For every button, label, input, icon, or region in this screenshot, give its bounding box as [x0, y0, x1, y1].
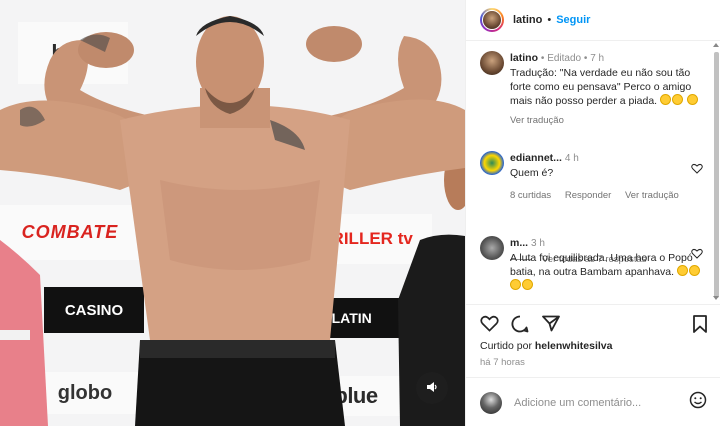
- comments-scroll-area[interactable]: latino • Editado • 7 h Tradução: "Na ver…: [466, 41, 720, 302]
- save-bookmark-icon[interactable]: [693, 315, 707, 338]
- separator-dot: •: [547, 14, 552, 26]
- scrollbar-thumb[interactable]: [714, 52, 719, 298]
- comment-item: ediannet... 4 h Quem é? 8 curtidas Respo…: [480, 151, 703, 203]
- comment-icon[interactable]: [511, 315, 529, 338]
- athlete-figure: [0, 16, 465, 426]
- laughing-emoji-icon: [522, 279, 533, 290]
- caption-username[interactable]: latino: [510, 52, 538, 64]
- caption-actions: Ver tradução: [510, 114, 703, 128]
- comment-text: A luta foi equilibrada. Uma hora o Popó …: [510, 251, 703, 293]
- comment-item: m... 3 h A luta foi equilibrada. Uma hor…: [480, 236, 703, 293]
- instagram-post-window: blue COMBATE TRILLER tv CASINO PLATIN gl…: [0, 0, 720, 426]
- laughing-emoji-icon: [688, 265, 700, 276]
- laughing-emoji-icon: [676, 265, 688, 276]
- scroll-down-arrow[interactable]: [713, 296, 719, 300]
- see-translation-link[interactable]: Ver tradução: [510, 115, 564, 126]
- author-avatar[interactable]: [480, 8, 504, 32]
- comment-username[interactable]: ediannet...: [510, 152, 562, 164]
- liked-by-line: Curtido por helenwhitesilva: [480, 340, 613, 352]
- sad-emoji-icon: [672, 94, 684, 105]
- follow-button[interactable]: Seguir: [556, 14, 590, 26]
- post-header: latino • Seguir: [466, 0, 720, 41]
- like-comment-heart-icon[interactable]: [691, 163, 703, 177]
- laughing-emoji-icon: [510, 279, 521, 290]
- comment-likes[interactable]: 8 curtidas: [510, 190, 551, 201]
- comment-time: 4 h: [564, 153, 579, 164]
- comment-avatar[interactable]: [480, 236, 504, 260]
- like-comment-heart-icon[interactable]: [691, 248, 703, 262]
- comment-time: 3 h: [531, 238, 545, 249]
- caption-edited-label: • Editado • 7 h: [540, 53, 605, 64]
- emoji-picker-icon[interactable]: [689, 391, 707, 414]
- reply-button[interactable]: Responder: [565, 190, 611, 201]
- see-translation-link[interactable]: Ver tradução: [625, 190, 679, 201]
- post-action-bar: [466, 304, 720, 341]
- scroll-up-arrow[interactable]: [713, 43, 719, 47]
- comment-actions: 8 curtidas Responder Ver tradução: [510, 189, 703, 203]
- current-user-avatar: [480, 391, 502, 414]
- caption: latino • Editado • 7 h Tradução: "Na ver…: [480, 51, 703, 128]
- author-username[interactable]: latino: [513, 14, 542, 26]
- sound-icon: [425, 380, 439, 397]
- comment-text: Quem é?: [510, 167, 554, 179]
- post-media[interactable]: blue COMBATE TRILLER tv CASINO PLATIN gl…: [0, 0, 465, 426]
- post-timestamp[interactable]: há 7 horas: [480, 357, 525, 368]
- caption-avatar[interactable]: [480, 51, 504, 75]
- like-heart-icon[interactable]: [480, 315, 499, 337]
- add-comment-input[interactable]: [512, 395, 676, 410]
- sound-toggle-button[interactable]: [416, 372, 448, 404]
- sad-emoji-icon: [686, 94, 698, 105]
- comment-avatar[interactable]: [480, 151, 504, 175]
- liked-by-username[interactable]: helenwhitesilva: [535, 340, 613, 352]
- add-comment-bar: [466, 377, 720, 426]
- share-icon[interactable]: [542, 315, 560, 337]
- caption-text: Tradução: "Na verdade eu não sou tão for…: [510, 66, 703, 108]
- comment-username[interactable]: m...: [510, 237, 528, 249]
- post-sidebar: latino • Seguir latino • Editado • 7 h T…: [465, 0, 720, 426]
- laughing-emoji-icon: [660, 94, 672, 105]
